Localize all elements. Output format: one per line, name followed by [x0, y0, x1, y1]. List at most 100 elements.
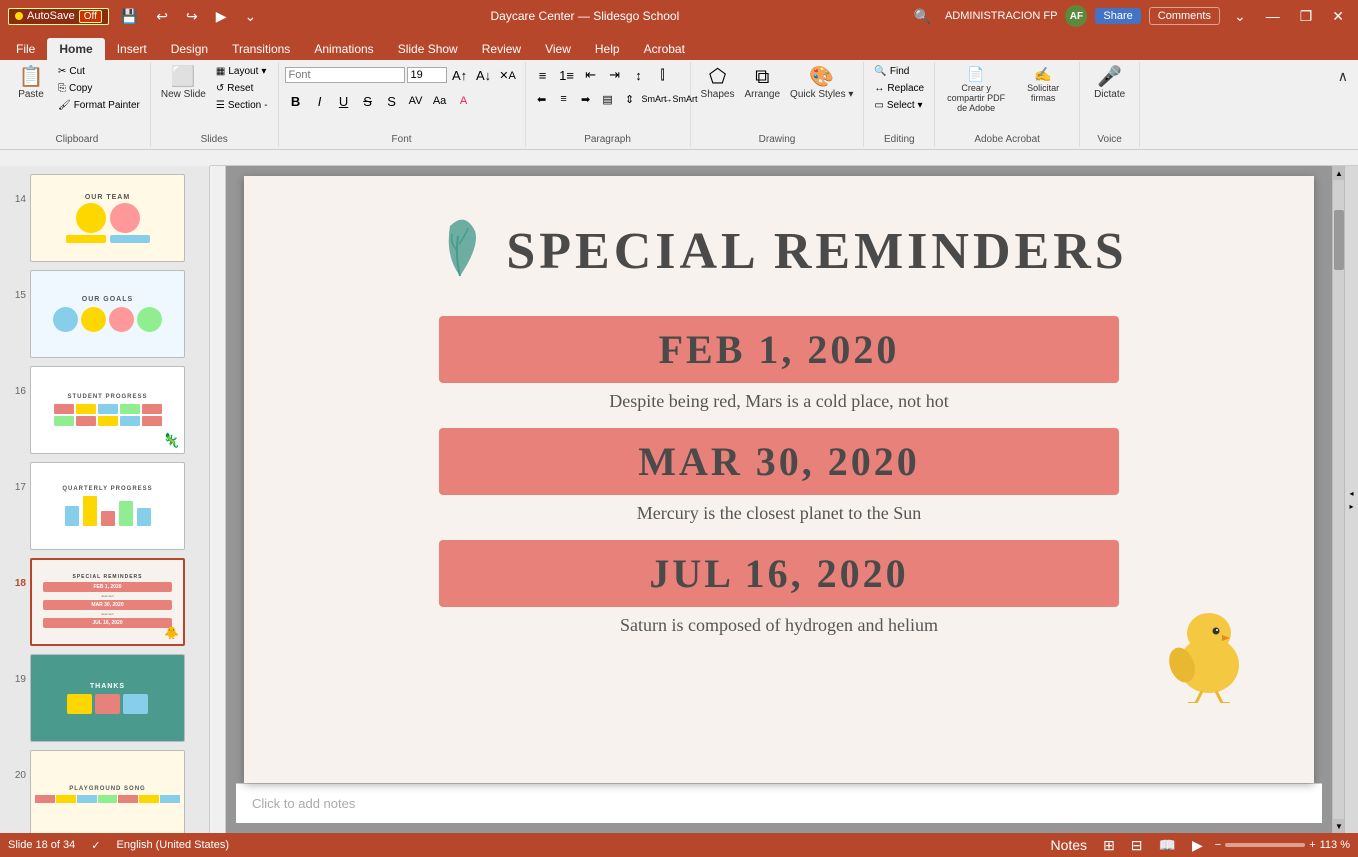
editing-content: 🔍 Find ↔ Replace ▭ Select ▾ [870, 64, 928, 132]
slides-content: ⬜ New Slide ▦ Layout ▾ ↺ Reset ☰ Section… [157, 64, 272, 132]
replace-button[interactable]: ↔ Replace [870, 81, 928, 96]
present-button[interactable]: ▶ [210, 6, 233, 27]
tab-help[interactable]: Help [583, 38, 632, 60]
text-direction-button[interactable]: ⇕ [620, 90, 640, 108]
notes-area[interactable]: Click to add notes [236, 783, 1322, 823]
font-color-button[interactable]: A [453, 90, 475, 112]
create-pdf-button[interactable]: 📄 Crear y compartir PDF de Adobe [941, 64, 1011, 116]
comments-button[interactable]: Comments [1149, 7, 1220, 25]
strikethrough-button[interactable]: S [357, 90, 379, 112]
align-right-button[interactable]: ➡ [576, 90, 596, 108]
normal-view-button[interactable]: ⊞ [1099, 835, 1119, 856]
font-family-input[interactable] [285, 67, 405, 83]
paste-button[interactable]: 📋 Paste [10, 64, 52, 103]
reminder-1-date-bg: FEB 1, 2020 [439, 316, 1119, 383]
redo-button[interactable]: ↪ [180, 6, 204, 27]
slide-preview-20: PLAYGROUND SONG [30, 750, 185, 833]
decrease-indent-button[interactable]: ⇤ [580, 64, 602, 86]
reminder-3-date: JUL 16, 2020 [459, 550, 1099, 597]
avatar[interactable]: AF [1065, 5, 1087, 27]
clear-format-button[interactable]: ✕A [497, 64, 519, 86]
slide-thumb-17[interactable]: 17 Quarterly Progress [8, 462, 201, 550]
font-family-row: A↑ A↓ ✕A [285, 64, 519, 86]
bold-button[interactable]: B [285, 90, 307, 112]
convert-button[interactable]: →SmArt [664, 90, 684, 108]
close-button[interactable]: ✕ [1326, 6, 1350, 27]
autosave-label: AutoSave [27, 10, 75, 22]
slideshow-view-button[interactable]: ▶ [1188, 835, 1207, 856]
drawing-content: ⬠ Shapes ⧉ Arrange 🎨 Quick Styles ▾ [697, 64, 858, 132]
slide-thumb-18[interactable]: 18 SPECIAL REMINDERS FEB 1, 2020 desc te… [8, 558, 201, 646]
tab-file[interactable]: File [4, 38, 47, 60]
shadow-button[interactable]: S [381, 90, 403, 112]
slide-thumb-20[interactable]: 20 PLAYGROUND SONG [8, 750, 201, 833]
underline-button[interactable]: U [333, 90, 355, 112]
search-ribbon-button[interactable]: 🔍 [908, 6, 937, 27]
vertical-scrollbar[interactable]: ▲ ▼ [1332, 166, 1344, 833]
reset-button[interactable]: ↺ Reset [212, 81, 272, 96]
tab-insert[interactable]: Insert [105, 38, 159, 60]
align-left-button[interactable]: ⬅ [532, 90, 552, 108]
save-button[interactable]: 💾 [115, 6, 144, 27]
slide-thumb-16[interactable]: 16 Student Progress [8, 366, 201, 454]
slide-thumb-19[interactable]: 19 THANKS [8, 654, 201, 742]
new-slide-button[interactable]: ⬜ New Slide [157, 64, 210, 103]
chick-decoration [1164, 593, 1254, 703]
justify-button[interactable]: ▤ [598, 90, 618, 108]
reading-view-button[interactable]: 📖 [1155, 835, 1180, 856]
arrange-button[interactable]: ⧉ Arrange [740, 64, 784, 103]
case-button[interactable]: Aa [429, 90, 451, 112]
customize-button[interactable]: ⌄ [239, 6, 263, 27]
restore-button[interactable]: ❐ [1294, 6, 1319, 27]
slide-thumb-14[interactable]: 14 OUR TEAM [8, 174, 201, 262]
share-button[interactable]: Share [1095, 8, 1140, 24]
minimize-button[interactable]: — [1260, 6, 1286, 26]
autosave-badge[interactable]: AutoSave Off [8, 8, 109, 25]
bullets-button[interactable]: ≡ [532, 64, 554, 86]
smart-art-button[interactable]: SmArt [642, 90, 662, 108]
scroll-thumb[interactable] [1334, 210, 1344, 270]
select-button[interactable]: ▭ Select ▾ [870, 98, 926, 113]
slide-main[interactable]: SPECIAL REMINDERS FEB 1, 2020 Despite be… [244, 176, 1314, 783]
tab-acrobat[interactable]: Acrobat [632, 38, 697, 60]
right-panel-collapse[interactable]: ◂ ▸ [1344, 166, 1358, 833]
shapes-button[interactable]: ⬠ Shapes [697, 64, 739, 103]
align-center-button[interactable]: ≡ [554, 90, 574, 108]
cut-button[interactable]: ✂ Cut [54, 64, 144, 79]
horizontal-ruler [210, 150, 1358, 166]
undo-button[interactable]: ↩ [150, 6, 174, 27]
zoom-slider[interactable] [1225, 843, 1305, 847]
find-button[interactable]: 🔍 Find [870, 64, 913, 79]
zoom-in-icon[interactable]: + [1309, 839, 1315, 851]
decrease-font-button[interactable]: A↓ [473, 64, 495, 86]
slide-sorter-button[interactable]: ⊟ [1127, 835, 1147, 856]
quick-styles-button[interactable]: 🎨 Quick Styles ▾ [786, 64, 857, 103]
increase-font-button[interactable]: A↑ [449, 64, 471, 86]
spacing-button[interactable]: AV [405, 90, 427, 112]
section-button[interactable]: ☰ Section - [212, 98, 272, 113]
tab-animations[interactable]: Animations [302, 38, 385, 60]
copy-button[interactable]: ⎘ Copy [54, 81, 144, 96]
tab-design[interactable]: Design [159, 38, 220, 60]
dictate-label: Dictate [1094, 89, 1125, 100]
columns-button[interactable]: ⫿ [652, 64, 674, 86]
font-size-input[interactable] [407, 67, 447, 83]
tab-transitions[interactable]: Transitions [220, 38, 302, 60]
format-painter-button[interactable]: 🖌 Format Painter [54, 98, 144, 113]
tab-review[interactable]: Review [470, 38, 533, 60]
line-spacing-button[interactable]: ↕ [628, 64, 650, 86]
collapse-ribbon-button[interactable]: ∧ [1332, 66, 1354, 87]
zoom-out-icon[interactable]: − [1215, 839, 1221, 851]
request-signatures-button[interactable]: ✍ Solicitar firmas [1013, 64, 1073, 106]
dictate-button[interactable]: 🎤 Dictate [1090, 64, 1129, 103]
numbering-button[interactable]: 1≡ [556, 64, 578, 86]
tab-home[interactable]: Home [47, 38, 104, 60]
ribbon-display-button[interactable]: ⌄ [1228, 6, 1252, 27]
italic-button[interactable]: I [309, 90, 331, 112]
notes-toggle-button[interactable]: Notes [1046, 835, 1091, 855]
slide-thumb-15[interactable]: 15 OUR GOALS [8, 270, 201, 358]
tab-slideshow[interactable]: Slide Show [386, 38, 470, 60]
layout-button[interactable]: ▦ Layout ▾ [212, 64, 272, 79]
tab-view[interactable]: View [533, 38, 583, 60]
increase-indent-button[interactable]: ⇥ [604, 64, 626, 86]
